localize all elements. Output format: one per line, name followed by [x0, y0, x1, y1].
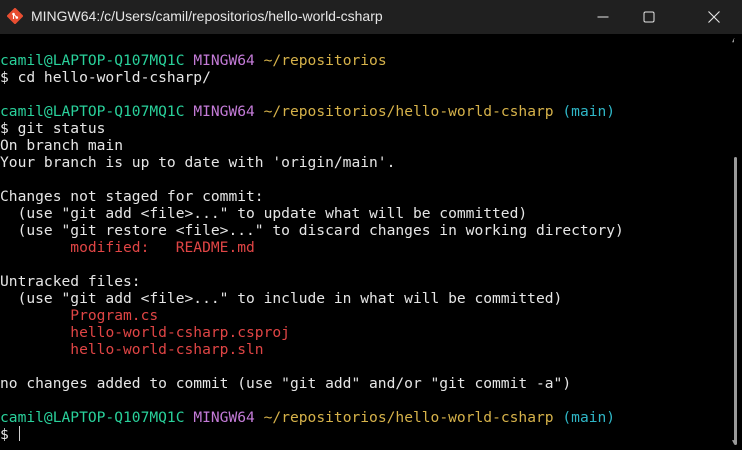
output-line: Untracked files:	[0, 273, 141, 290]
untracked-file: hello-world-csharp.sln	[70, 341, 264, 358]
input-line[interactable]: $	[0, 426, 728, 443]
modified-file: README.md	[175, 239, 255, 256]
prompt-branch: (main)	[562, 409, 616, 426]
prompt-line: camil@LAPTOP-Q107MQ1C MINGW64 ~/reposito…	[0, 103, 728, 120]
modified-label: modified:	[0, 239, 176, 256]
untracked-file: hello-world-csharp.csproj	[70, 324, 290, 341]
prompt-user-host: camil@LAPTOP-Q107MQ1C	[0, 52, 185, 69]
window-title: MINGW64:/c/Users/camil/repositorios/hell…	[31, 8, 383, 24]
command-line: $ git status	[0, 120, 106, 137]
scroll-track[interactable]	[734, 39, 737, 445]
git-bash-icon	[6, 7, 24, 25]
output-line: (use "git restore <file>..." to discard …	[0, 222, 624, 239]
prompt-user-host: camil@LAPTOP-Q107MQ1C	[0, 409, 185, 426]
maximize-icon	[643, 11, 655, 23]
close-icon	[708, 11, 720, 23]
scroll-thumb[interactable]	[734, 157, 737, 445]
prompt-line: camil@LAPTOP-Q107MQ1C MINGW64 ~/reposito…	[0, 409, 728, 426]
output-line: Your branch is up to date with 'origin/m…	[0, 154, 396, 171]
scroll-down-icon[interactable]: ▼	[732, 438, 736, 446]
prompt-dollar: $	[0, 426, 18, 443]
untracked-file-line: hello-world-csharp.sln	[0, 341, 728, 358]
output-line: (use "git add <file>..." to update what …	[0, 205, 528, 222]
untracked-file-line: Program.cs	[0, 307, 728, 324]
prompt-path: ~/repositorios/hello-world-csharp	[263, 103, 554, 120]
output-line: no changes added to commit (use "git add…	[0, 375, 572, 392]
minimize-icon	[597, 16, 609, 18]
output-line: Changes not staged for commit:	[0, 188, 264, 205]
minimize-button[interactable]	[580, 0, 626, 34]
command-line: $ cd hello-world-csharp/	[0, 69, 211, 86]
output-line: On branch main	[0, 137, 124, 154]
prompt-branch: (main)	[562, 103, 616, 120]
prompt-msystem: MINGW64	[193, 409, 255, 426]
terminal-output[interactable]: camil@LAPTOP-Q107MQ1C MINGW64 ~/reposito…	[0, 34, 728, 450]
terminal-window: MINGW64:/c/Users/camil/repositorios/hell…	[0, 0, 742, 450]
prompt-path: ~/repositorios/hello-world-csharp	[263, 409, 554, 426]
prompt-user-host: camil@LAPTOP-Q107MQ1C	[0, 103, 185, 120]
title-bar[interactable]: MINGW64:/c/Users/camil/repositorios/hell…	[0, 0, 742, 34]
text-cursor	[18, 426, 20, 441]
vertical-scrollbar[interactable]: ▲ ▼	[729, 34, 742, 450]
untracked-file: Program.cs	[70, 307, 159, 324]
untracked-file-line: hello-world-csharp.csproj	[0, 324, 728, 341]
output-line: (use "git add <file>..." to include in w…	[0, 290, 563, 307]
prompt-msystem: MINGW64	[193, 103, 255, 120]
prompt-msystem: MINGW64	[193, 52, 255, 69]
modified-file-line: modified: README.md	[0, 239, 728, 256]
maximize-button[interactable]	[626, 0, 672, 34]
close-button[interactable]	[686, 0, 742, 34]
prompt-path: ~/repositorios	[263, 52, 387, 69]
prompt-line: camil@LAPTOP-Q107MQ1C MINGW64 ~/reposito…	[0, 52, 728, 69]
